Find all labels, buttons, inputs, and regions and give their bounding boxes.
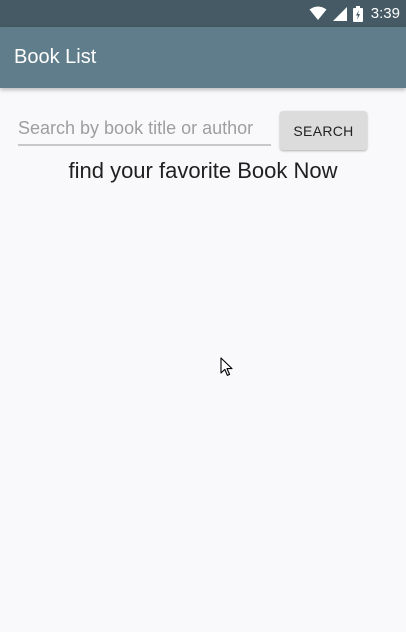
wifi-icon xyxy=(309,6,327,20)
status-icons: 3:39 xyxy=(309,0,400,27)
signal-icon xyxy=(332,6,347,21)
mouse-pointer-icon xyxy=(220,357,233,376)
status-time: 3:39 xyxy=(370,5,400,22)
status-bar: 3:39 xyxy=(0,0,406,27)
tagline-text: find your favorite Book Now xyxy=(68,158,338,183)
app-bar: Book List xyxy=(0,27,406,88)
search-button[interactable]: SEARCH xyxy=(280,111,367,150)
search-input[interactable] xyxy=(18,112,271,146)
app-title: Book List xyxy=(14,46,97,68)
battery-icon xyxy=(352,5,363,22)
